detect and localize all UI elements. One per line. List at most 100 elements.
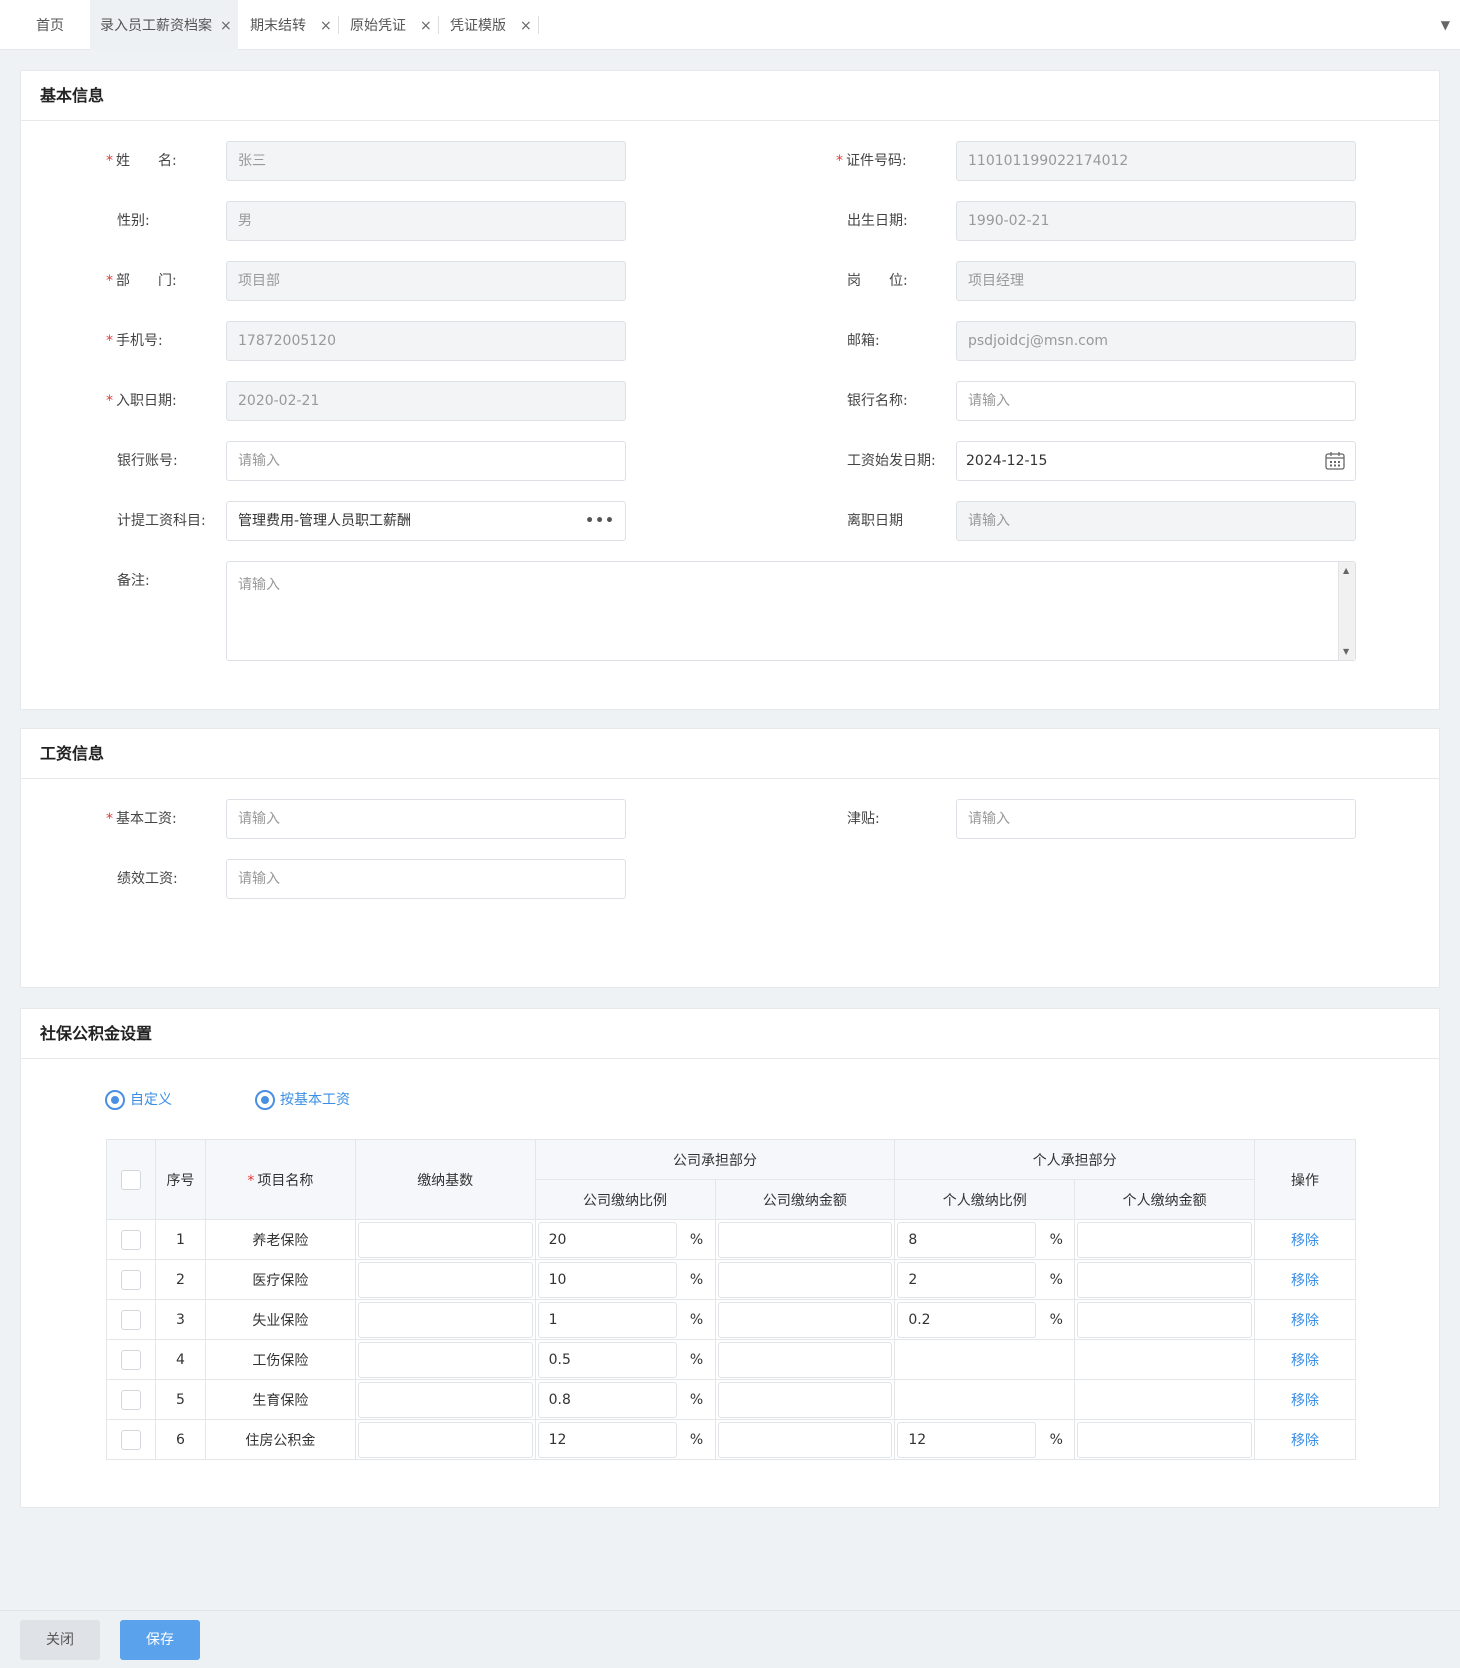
remove-link[interactable]: 移除 (1291, 1353, 1319, 1369)
base-salary-input[interactable]: 请输入 (226, 799, 626, 839)
required-marker: * (836, 153, 843, 169)
leave-date-label: 离职日期 (847, 513, 903, 529)
pay-start-date-picker[interactable]: 2024-12-15 (956, 441, 1356, 481)
bank-account-input[interactable]: 请输入 (226, 441, 626, 481)
base-input[interactable] (357, 1301, 533, 1338)
tab-voucher-template[interactable]: 凭证模版 × (450, 0, 540, 50)
personal-amount-input[interactable] (1077, 1261, 1253, 1298)
bank-name-input[interactable]: 请输入 (956, 381, 1356, 421)
salary-subject-selector[interactable]: 管理费用-管理人员职工薪酬 ••• (226, 501, 626, 541)
row-company-rate-cell: 0.5% (534, 1339, 716, 1380)
performance-salary-input[interactable]: 请输入 (226, 859, 626, 899)
tab-employee-salary-record[interactable]: 录入员工薪资档案 × (90, 0, 238, 50)
calendar-icon[interactable] (1325, 442, 1345, 480)
row-operation-cell: 移除 (1254, 1339, 1356, 1380)
base-input[interactable] (357, 1341, 533, 1378)
personal-rate-input[interactable]: 8 (897, 1221, 1037, 1258)
personal-amount-input[interactable] (1077, 1221, 1253, 1258)
row-operation-cell: 移除 (1254, 1299, 1356, 1340)
close-button[interactable]: 关闭 (20, 1620, 100, 1660)
row-company-amount-cell (714, 1259, 896, 1300)
remove-link[interactable]: 移除 (1291, 1433, 1319, 1449)
row-checkbox[interactable] (120, 1229, 141, 1250)
base-input[interactable] (357, 1261, 533, 1298)
scrollbar[interactable]: ▲ ▼ (1338, 562, 1355, 660)
row-checkbox[interactable] (120, 1389, 141, 1410)
company-rate-input[interactable]: 20 (537, 1221, 677, 1258)
name-field[interactable]: 张三 (226, 141, 626, 181)
allowance-input[interactable]: 请输入 (956, 799, 1356, 839)
row-company-rate-cell: 10% (534, 1259, 716, 1300)
position-field[interactable]: 项目经理 (956, 261, 1356, 301)
company-amount-input[interactable] (717, 1261, 893, 1298)
company-amount-input[interactable] (717, 1341, 893, 1378)
percent-sign: % (689, 1311, 704, 1328)
close-icon[interactable]: × (420, 0, 432, 52)
row-checkbox[interactable] (120, 1269, 141, 1290)
scroll-up-icon[interactable]: ▲ (1343, 566, 1349, 575)
header-personal-rate: 个人缴纳比例 (894, 1179, 1076, 1220)
personal-amount-input[interactable] (1077, 1421, 1253, 1458)
row-personal-amount-cell (1074, 1419, 1256, 1460)
footer-bar: 关闭 保存 (0, 1610, 1460, 1668)
base-input[interactable] (357, 1221, 533, 1258)
section-title: 基本信息 (21, 71, 1439, 121)
chevron-down-icon[interactable]: ▼ (1441, 0, 1450, 50)
radio-base-salary[interactable]: 按基本工资 (255, 1089, 350, 1111)
remove-link[interactable]: 移除 (1291, 1313, 1319, 1329)
gender-field[interactable]: 男 (226, 201, 626, 241)
select-all-checkbox[interactable] (120, 1169, 141, 1190)
more-icon[interactable]: ••• (585, 502, 615, 540)
company-rate-input[interactable]: 0.5 (537, 1341, 677, 1378)
tab-period-end-transfer[interactable]: 期末结转 × (250, 0, 340, 50)
close-icon[interactable]: × (220, 0, 232, 52)
personal-rate-input[interactable]: 0.2 (897, 1301, 1037, 1338)
join-date-field[interactable]: 2020-02-21 (226, 381, 626, 421)
row-seq: 3 (154, 1299, 206, 1340)
birth-date-field[interactable]: 1990-02-21 (956, 201, 1356, 241)
phone-field[interactable]: 17872005120 (226, 321, 626, 361)
row-checkbox[interactable] (120, 1429, 141, 1450)
company-amount-input[interactable] (717, 1381, 893, 1418)
radio-custom[interactable]: 自定义 (105, 1089, 172, 1111)
company-amount-input[interactable] (717, 1221, 893, 1258)
remove-link[interactable]: 移除 (1291, 1393, 1319, 1409)
save-button[interactable]: 保存 (120, 1620, 200, 1660)
personal-amount-input[interactable] (1077, 1301, 1253, 1338)
company-rate-input[interactable]: 1 (537, 1301, 677, 1338)
remove-link[interactable]: 移除 (1291, 1273, 1319, 1289)
row-checkbox[interactable] (120, 1349, 141, 1370)
row-base-cell (354, 1339, 536, 1380)
row-checkbox[interactable] (120, 1309, 141, 1330)
row-company-rate-cell: 12% (534, 1419, 716, 1460)
company-amount-input[interactable] (717, 1421, 893, 1458)
department-field[interactable]: 项目部 (226, 261, 626, 301)
close-icon[interactable]: × (520, 0, 532, 52)
base-input[interactable] (357, 1381, 533, 1418)
salary-subject-value: 管理费用-管理人员职工薪酬 (238, 513, 412, 529)
close-icon[interactable]: × (320, 0, 332, 52)
base-input[interactable] (357, 1421, 533, 1458)
header-item-name: * 项目名称 (204, 1139, 356, 1220)
tab-label: 原始凭证 (350, 18, 406, 34)
row-base-cell (354, 1379, 536, 1420)
remark-textarea[interactable]: 请输入 ▲ ▼ (226, 561, 1356, 661)
tab-home[interactable]: 首页 (36, 0, 64, 50)
row-select-cell (106, 1339, 156, 1380)
remove-link[interactable]: 移除 (1291, 1233, 1319, 1249)
personal-rate-input[interactable]: 2 (897, 1261, 1037, 1298)
company-amount-input[interactable] (717, 1301, 893, 1338)
leave-date-field[interactable]: 请输入 (956, 501, 1356, 541)
select-all-cell (106, 1139, 156, 1220)
company-rate-input[interactable]: 0.8 (537, 1381, 677, 1418)
bank-name-label: 银行名称: (847, 393, 908, 409)
email-field[interactable]: psdjoidcj@msn.com (956, 321, 1356, 361)
scroll-down-icon[interactable]: ▼ (1343, 647, 1349, 656)
id-number-field[interactable]: 110101199022174012 (956, 141, 1356, 181)
header-personal: 个人承担部分 (894, 1139, 1256, 1180)
company-rate-input[interactable]: 12 (537, 1421, 677, 1458)
row-item-name: 住房公积金 (204, 1419, 356, 1460)
tab-original-voucher[interactable]: 原始凭证 × (350, 0, 440, 50)
company-rate-input[interactable]: 10 (537, 1261, 677, 1298)
personal-rate-input[interactable]: 12 (897, 1421, 1037, 1458)
